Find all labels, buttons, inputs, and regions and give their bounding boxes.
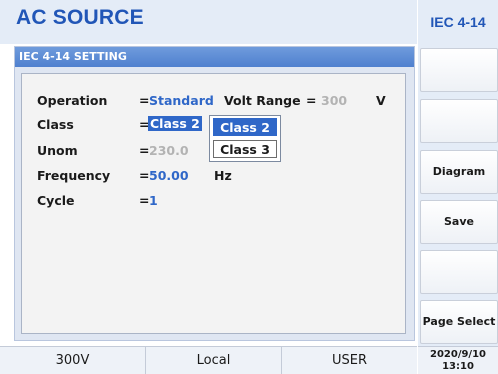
status-time: 13:10 xyxy=(442,361,474,372)
softkey-1[interactable] xyxy=(420,48,498,92)
settings-box xyxy=(21,73,406,334)
operation-eq: = xyxy=(139,93,150,108)
frequency-value[interactable]: 50.00 xyxy=(149,168,189,183)
unom-label: Unom xyxy=(37,143,78,158)
cycle-value[interactable]: 1 xyxy=(149,193,158,208)
volt-range-unit: V xyxy=(376,93,386,108)
frequency-label: Frequency xyxy=(37,168,111,183)
header-bar: AC SOURCE xyxy=(0,0,417,44)
cycle-eq: = xyxy=(139,193,150,208)
volt-range-value[interactable]: 300 xyxy=(321,93,347,108)
class-label: Class xyxy=(37,117,74,132)
class-option-3[interactable]: Class 3 xyxy=(213,140,277,158)
panel-title: IEC 4-14 SETTING xyxy=(19,50,127,63)
frequency-unit: Hz xyxy=(214,168,232,183)
volt-range-eq: = xyxy=(306,93,317,108)
operation-label: Operation xyxy=(37,93,108,108)
class-dropdown[interactable]: Class 2 Class 3 xyxy=(209,115,281,162)
softkey-5[interactable] xyxy=(420,250,498,294)
app-title: AC SOURCE xyxy=(16,6,144,29)
volt-range-label: Volt Range xyxy=(224,93,301,108)
status-control: Local xyxy=(146,347,282,374)
unom-value[interactable]: 230.0 xyxy=(149,143,189,158)
status-date: 2020/9/10 xyxy=(429,349,486,360)
cycle-label: Cycle xyxy=(37,193,75,208)
class-value[interactable]: Class 2 xyxy=(148,116,202,131)
class-option-2[interactable]: Class 2 xyxy=(213,118,277,136)
softkey-diagram[interactable]: Diagram xyxy=(420,150,498,194)
operation-value[interactable]: Standard xyxy=(149,93,214,108)
status-bar: 300V Local USER xyxy=(0,346,417,374)
status-datetime: 2020/9/10 13:10 xyxy=(418,346,498,374)
softkey-2[interactable] xyxy=(420,99,498,143)
frequency-eq: = xyxy=(139,168,150,183)
status-user: USER xyxy=(331,353,367,368)
mode-label: IEC 4-14 xyxy=(430,14,486,30)
panel-title-bar: IEC 4-14 SETTING xyxy=(15,47,414,67)
unom-eq: = xyxy=(139,143,150,158)
status-range: 300V xyxy=(0,347,146,374)
softkey-page-select[interactable]: Page Select xyxy=(420,300,498,344)
softkey-save[interactable]: Save xyxy=(420,200,498,244)
